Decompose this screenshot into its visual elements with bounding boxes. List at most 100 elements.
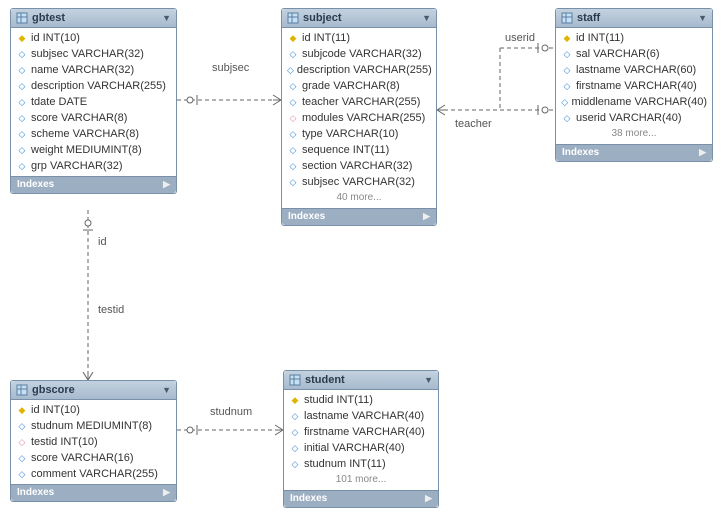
column-row[interactable]: ◇middlename VARCHAR(40): [556, 94, 712, 110]
field-icon: ◇: [16, 467, 28, 481]
field-icon: ◇: [16, 159, 28, 173]
column-row[interactable]: ◆id INT(11): [282, 30, 436, 46]
field-icon: ◇: [16, 79, 28, 93]
column-text: comment VARCHAR(255): [31, 467, 158, 481]
column-row[interactable]: ◆studid INT(11): [284, 392, 438, 408]
table-header-subject[interactable]: subject ▼: [282, 9, 436, 28]
column-row[interactable]: ◇section VARCHAR(32): [282, 158, 436, 174]
rel-gbtest-gbscore: [83, 210, 93, 380]
rel-subject-staff: [437, 43, 555, 115]
column-row[interactable]: ◆id INT(10): [11, 30, 176, 46]
column-row[interactable]: ◇type VARCHAR(10): [282, 126, 436, 142]
table-title: gbtest: [32, 12, 162, 24]
column-row[interactable]: ◇scheme VARCHAR(8): [11, 126, 176, 142]
field-icon: ◇: [16, 127, 28, 141]
column-row[interactable]: ◇description VARCHAR(255): [282, 62, 436, 78]
indexes-footer[interactable]: Indexes ▶: [556, 144, 712, 161]
field-icon: ◇: [287, 127, 299, 141]
indexes-footer[interactable]: Indexes ▶: [11, 484, 176, 501]
column-row[interactable]: ◇grp VARCHAR(32): [11, 158, 176, 174]
column-row[interactable]: ◆id INT(11): [556, 30, 712, 46]
chevron-down-icon: ▼: [698, 13, 707, 23]
column-text: sequence INT(11): [302, 143, 389, 157]
column-text: subjcode VARCHAR(32): [302, 47, 422, 61]
field-icon: ◇: [289, 409, 301, 423]
column-text: section VARCHAR(32): [302, 159, 412, 173]
column-row[interactable]: ◇sal VARCHAR(6): [556, 46, 712, 62]
column-text: modules VARCHAR(255): [302, 111, 425, 125]
field-icon: ◇: [287, 95, 299, 109]
field-icon: ◇: [289, 457, 301, 471]
column-row[interactable]: ◇firstname VARCHAR(40): [284, 424, 438, 440]
column-row[interactable]: ◇studnum MEDIUMINT(8): [11, 418, 176, 434]
table-subject[interactable]: subject ▼ ◆id INT(11) ◇subjcode VARCHAR(…: [281, 8, 437, 226]
column-text: subjsec VARCHAR(32): [31, 47, 144, 61]
more-columns[interactable]: 40 more...: [282, 190, 436, 206]
more-columns[interactable]: 101 more...: [284, 472, 438, 488]
pk-icon: ◆: [287, 31, 299, 45]
field-icon: ◇: [287, 175, 299, 189]
column-row[interactable]: ◇subjsec VARCHAR(32): [282, 174, 436, 190]
indexes-footer[interactable]: Indexes ▶: [284, 490, 438, 507]
table-icon: [561, 12, 573, 24]
more-columns[interactable]: 38 more...: [556, 126, 712, 142]
field-icon: ◇: [16, 63, 28, 77]
column-row[interactable]: ◇subjsec VARCHAR(32): [11, 46, 176, 62]
indexes-label: Indexes: [290, 493, 327, 504]
table-gbscore[interactable]: gbscore ▼ ◆id INT(10) ◇studnum MEDIUMINT…: [10, 380, 177, 502]
field-icon: ◇: [16, 435, 28, 449]
column-row[interactable]: ◇comment VARCHAR(255): [11, 466, 176, 482]
table-staff[interactable]: staff ▼ ◆id INT(11) ◇sal VARCHAR(6) ◇las…: [555, 8, 713, 162]
column-list: ◆id INT(10) ◇subjsec VARCHAR(32) ◇name V…: [11, 28, 176, 176]
chevron-down-icon: ▼: [162, 13, 171, 23]
column-text: testid INT(10): [31, 435, 98, 449]
column-row[interactable]: ◇lastname VARCHAR(60): [556, 62, 712, 78]
field-icon: ◇: [289, 425, 301, 439]
table-header-gbtest[interactable]: gbtest ▼: [11, 9, 176, 28]
field-icon: ◇: [16, 111, 28, 125]
column-row[interactable]: ◇initial VARCHAR(40): [284, 440, 438, 456]
column-row[interactable]: ◇score VARCHAR(16): [11, 450, 176, 466]
column-row[interactable]: ◇teacher VARCHAR(255): [282, 94, 436, 110]
column-row[interactable]: ◇weight MEDIUMINT(8): [11, 142, 176, 158]
table-header-student[interactable]: student ▼: [284, 371, 438, 390]
table-title: staff: [577, 12, 698, 24]
column-row[interactable]: ◇grade VARCHAR(8): [282, 78, 436, 94]
column-row[interactable]: ◇subjcode VARCHAR(32): [282, 46, 436, 62]
column-text: subjsec VARCHAR(32): [302, 175, 415, 189]
table-header-gbscore[interactable]: gbscore ▼: [11, 381, 176, 400]
indexes-footer[interactable]: Indexes ▶: [11, 176, 176, 193]
indexes-footer[interactable]: Indexes ▶: [282, 208, 436, 225]
column-row[interactable]: ◇name VARCHAR(32): [11, 62, 176, 78]
indexes-label: Indexes: [17, 487, 54, 498]
field-icon: ◇: [287, 111, 299, 125]
column-row[interactable]: ◇studnum INT(11): [284, 456, 438, 472]
field-icon: ◇: [16, 95, 28, 109]
column-text: scheme VARCHAR(8): [31, 127, 139, 141]
column-list: ◆studid INT(11) ◇lastname VARCHAR(40) ◇f…: [284, 390, 438, 490]
table-header-staff[interactable]: staff ▼: [556, 9, 712, 28]
column-row[interactable]: ◇tdate DATE: [11, 94, 176, 110]
column-text: firstname VARCHAR(40): [304, 425, 425, 439]
indexes-label: Indexes: [17, 179, 54, 190]
column-row[interactable]: ◇firstname VARCHAR(40): [556, 78, 712, 94]
column-row[interactable]: ◇modules VARCHAR(255): [282, 110, 436, 126]
column-row[interactable]: ◆id INT(10): [11, 402, 176, 418]
table-student[interactable]: student ▼ ◆studid INT(11) ◇lastname VARC…: [283, 370, 439, 508]
field-icon: ◇: [287, 79, 299, 93]
column-row[interactable]: ◇lastname VARCHAR(40): [284, 408, 438, 424]
column-row[interactable]: ◇userid VARCHAR(40): [556, 110, 712, 126]
column-text: id INT(10): [31, 403, 80, 417]
table-icon: [289, 374, 301, 386]
field-icon: ◇: [287, 47, 299, 61]
field-icon: ◇: [561, 111, 573, 125]
field-icon: ◇: [16, 143, 28, 157]
column-row[interactable]: ◇description VARCHAR(255): [11, 78, 176, 94]
column-row[interactable]: ◇sequence INT(11): [282, 142, 436, 158]
field-icon: ◇: [287, 159, 299, 173]
column-text: type VARCHAR(10): [302, 127, 398, 141]
column-text: studnum MEDIUMINT(8): [31, 419, 152, 433]
table-gbtest[interactable]: gbtest ▼ ◆id INT(10) ◇subjsec VARCHAR(32…: [10, 8, 177, 194]
column-row[interactable]: ◇score VARCHAR(8): [11, 110, 176, 126]
column-row[interactable]: ◇testid INT(10): [11, 434, 176, 450]
